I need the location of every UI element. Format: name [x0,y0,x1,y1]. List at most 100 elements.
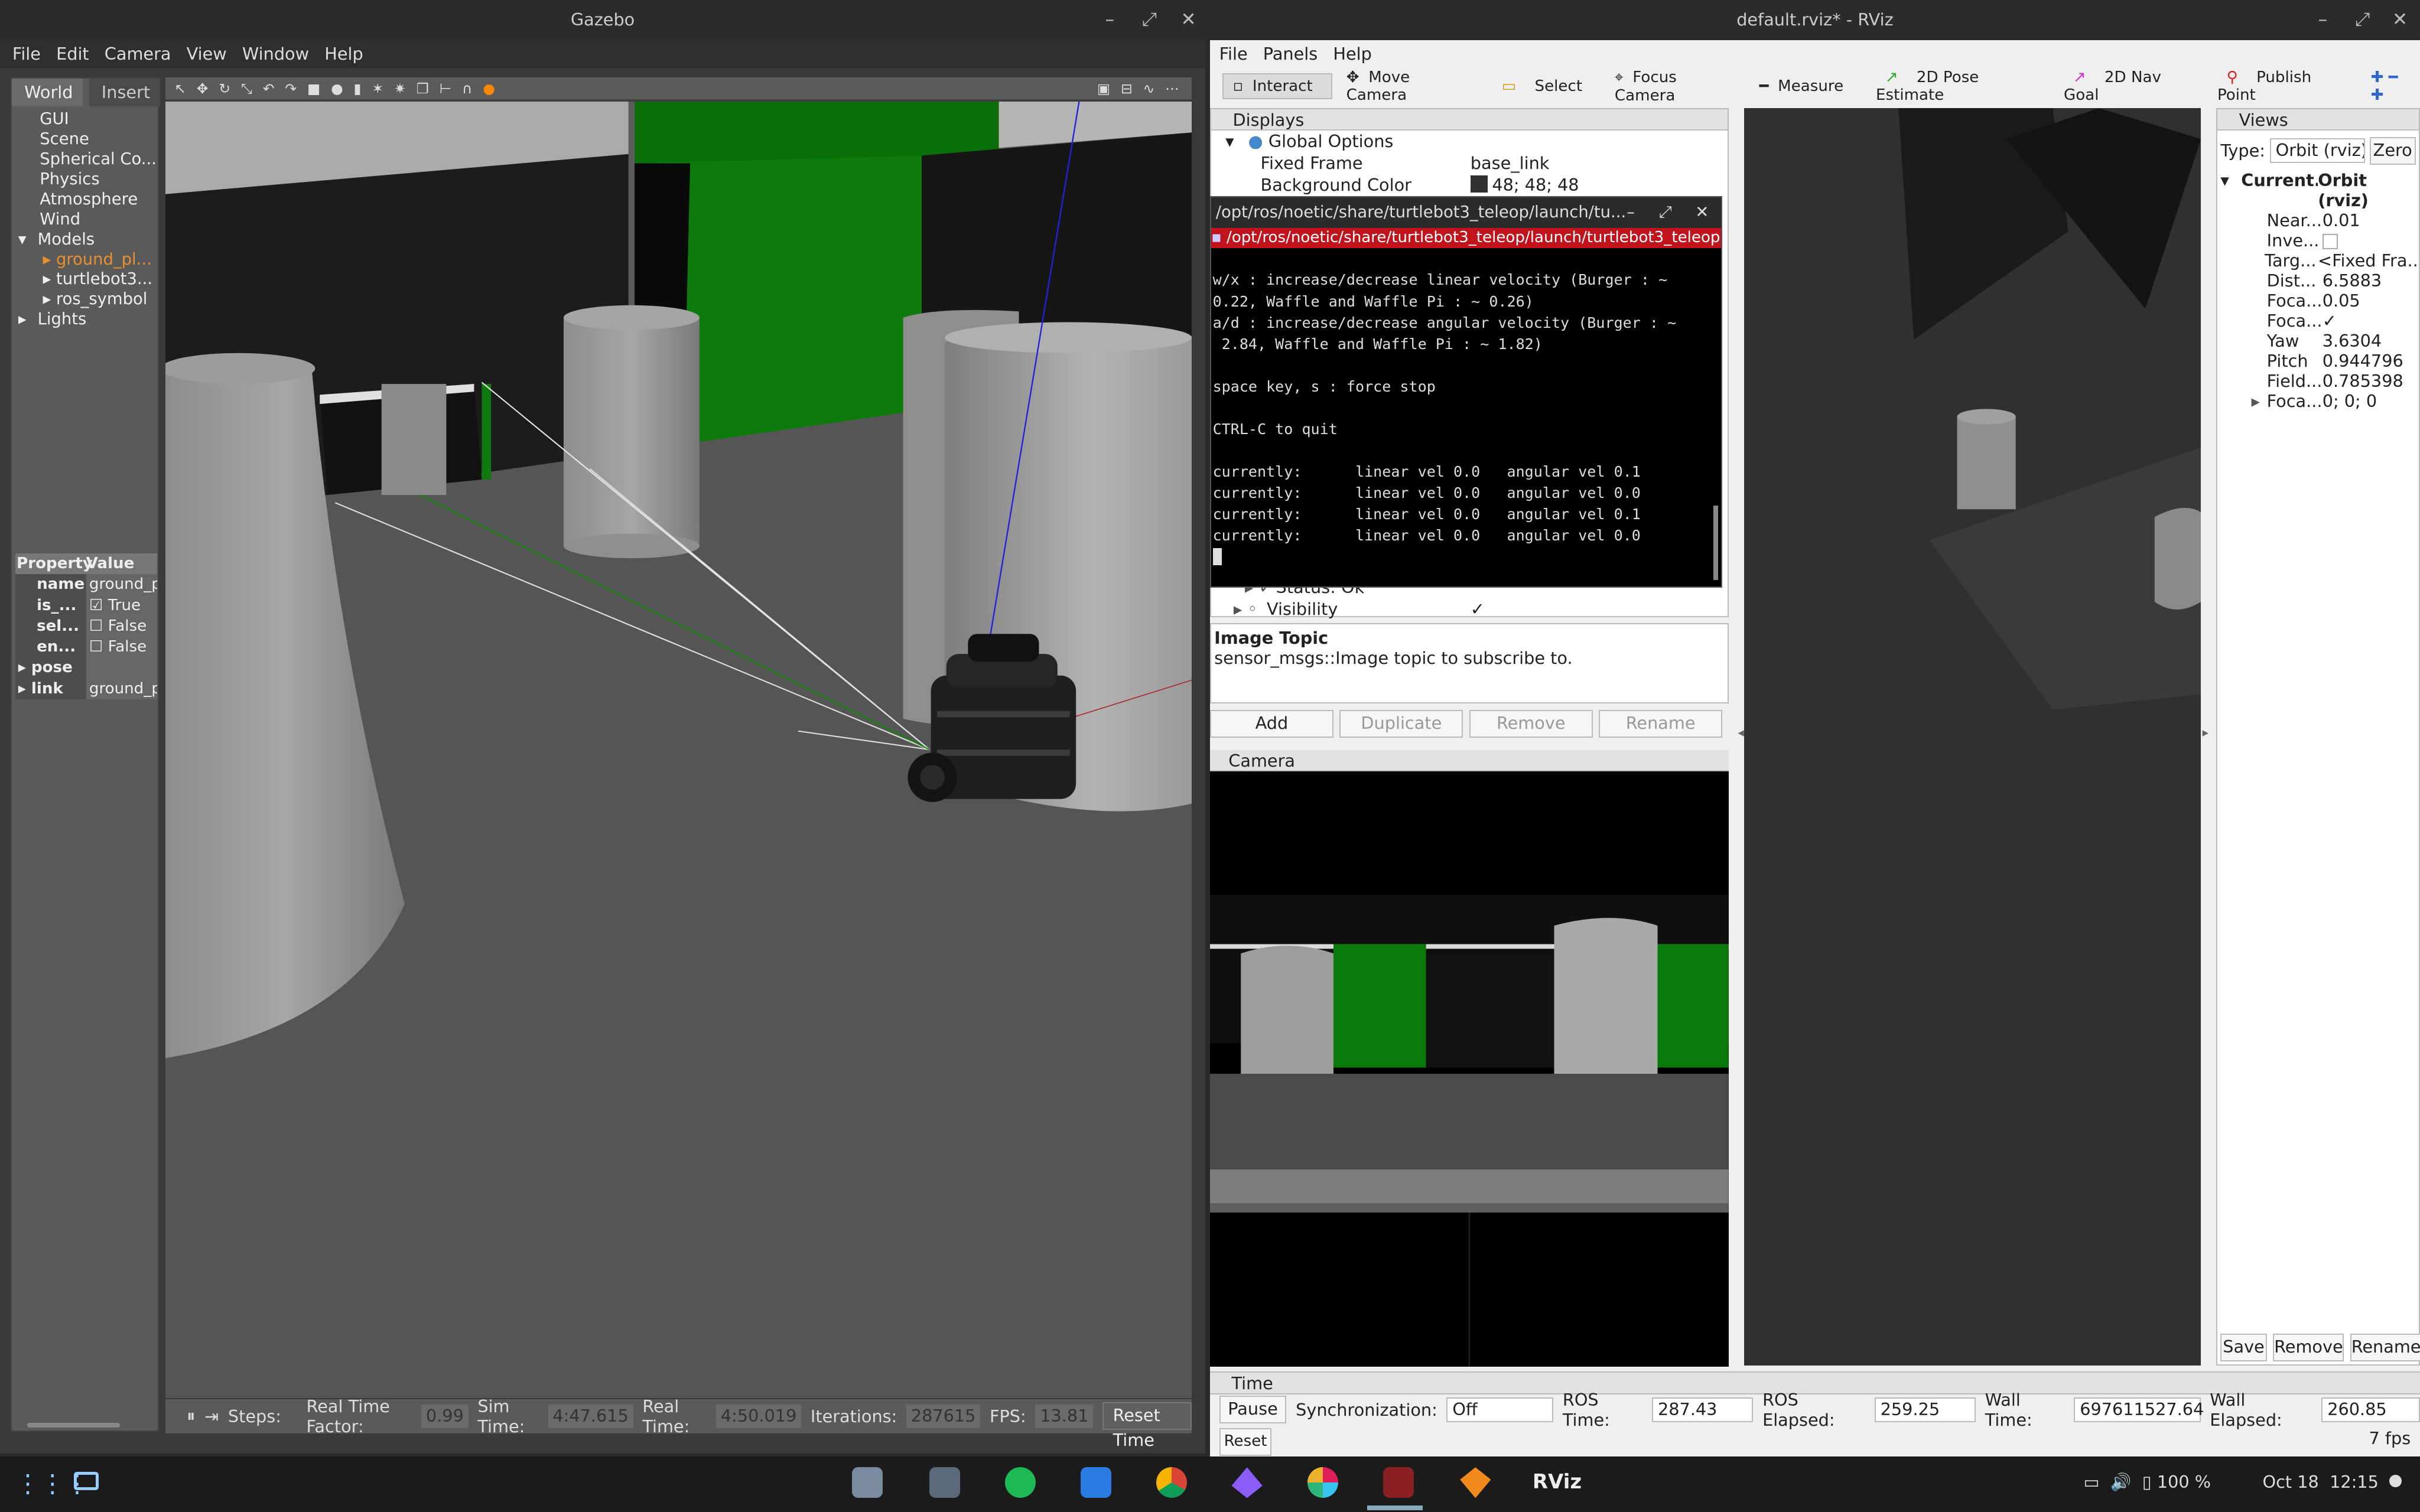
close-icon[interactable]: ✕ [2392,0,2408,40]
tree-item-physics[interactable]: Physics [18,170,157,190]
display-row[interactable]: ▾ ● Global Options [1211,131,1728,152]
view-row[interactable]: ▸ Foca... 0; 0; 0 [2220,391,2419,412]
tree-item-lights[interactable]: ▸ Lights [18,309,157,330]
redo-icon[interactable]: ↷ [285,80,300,97]
chevron-down-icon[interactable]: ▾ [1211,131,1248,152]
sun-light-icon[interactable]: ✶ [372,80,386,97]
box-icon[interactable]: ■ [307,80,323,97]
tool-interact[interactable]: ▫ Interact [1222,73,1333,100]
menu-window[interactable]: Window [242,40,309,68]
rename-button[interactable]: Rename [1599,709,1723,738]
display-row[interactable]: ▸ ◦ Visibility ✓ [1211,598,1720,620]
collapse-left-icon[interactable]: ◂ [1738,725,1744,739]
menu-panels[interactable]: Panels [1263,40,1318,68]
snap-icon[interactable]: ∩ [462,80,475,97]
spotify-icon[interactable] [1004,1467,1036,1498]
select-tool-icon[interactable]: ↖ [174,80,189,97]
tool-2d-nav-goal[interactable]: ↗ 2D Nav Goal [2054,66,2203,107]
view-row[interactable]: Targ... <Fixed Fra... [2220,250,2419,271]
scrollbar[interactable] [1713,506,1718,580]
undo-icon[interactable]: ↶ [263,80,278,97]
step-icon[interactable]: ⇥ [204,1406,219,1426]
property-row[interactable]: name ground_p [15,574,157,595]
screenshot-icon[interactable]: ▣ ⊟ ∿ ⋯ [1097,77,1182,100]
view-row[interactable]: Foca... 0.05 [2220,291,2419,311]
view-row[interactable]: Yaw 3.6304 [2220,331,2419,351]
sublime-icon[interactable] [1460,1467,1491,1498]
checkbox-icon[interactable]: ☐ [89,617,103,635]
cylinder-icon[interactable]: ▮ [354,80,365,97]
terminal-tab[interactable]: ▪ /opt/ros/noetic/share/turtlebot3_teleo… [1211,227,1722,248]
chevron-right-icon[interactable]: ▸ [43,290,56,308]
property-row[interactable]: ▸ link ground_p [15,678,157,699]
chevron-right-icon[interactable]: ▸ [2220,391,2266,412]
close-icon[interactable]: ✕ [1695,197,1709,228]
ros-time-field[interactable]: 287.43 [1652,1397,1754,1422]
menu-view[interactable]: View [187,40,227,68]
volume-icon[interactable]: 🔊 [2110,1472,2132,1492]
tool-select[interactable]: ▭ Select [1483,74,1601,98]
tree-item-gui[interactable]: GUI [18,109,157,129]
battery-icon[interactable]: ▯ [2142,1472,2152,1492]
scrollbar[interactable] [27,1423,121,1428]
terminal-output[interactable]: w/x : increase/decrease linear velocity … [1211,269,1721,568]
tool-measure[interactable]: ━ Measure [1750,74,1862,98]
tab-insert[interactable]: Insert [89,78,161,106]
power-icon[interactable] [2389,1475,2402,1488]
chevron-down-icon[interactable]: ▾ [2220,170,2241,211]
minimize-icon[interactable]: – [1627,197,1635,228]
display-row[interactable]: Fixed Frame base_link [1211,152,1728,174]
chrome-icon[interactable] [1156,1467,1187,1498]
view-row[interactable]: Dist... 6.5883 [2220,271,2419,291]
pause-icon[interactable]: ⏸ [187,1406,195,1426]
save-button[interactable]: Save [2220,1333,2267,1361]
orange-record-icon[interactable]: ● [483,80,498,97]
translate-tool-icon[interactable]: ✥ [197,80,212,97]
view-value[interactable]: 3.6304 [2323,331,2382,351]
minimize-icon[interactable]: – [2318,0,2328,40]
checkbox-icon[interactable] [2322,234,2338,250]
view-row[interactable]: ▾Current...Orbit (rviz) [2220,170,2419,211]
view-type-select[interactable]: Orbit (rviz) [2269,138,2365,164]
reset-time-button[interactable]: Reset Time [1102,1402,1192,1450]
tree-item-model[interactable]: ▸ ros_symbol [18,289,157,309]
rviz-3d-view[interactable] [1744,107,2201,1366]
menu-edit[interactable]: Edit [56,40,89,68]
view-row[interactable]: Pitch 0.944796 [2220,351,2419,372]
wall-elapsed-field[interactable]: 260.85 [2321,1397,2420,1422]
rotate-tool-icon[interactable]: ↻ [219,80,233,97]
display-row[interactable]: Background Color 48; 48; 48 [1211,174,1728,196]
tree-item-atmosphere[interactable]: Atmosphere [18,190,157,210]
zero-button[interactable]: Zero [2369,136,2416,165]
maximize-icon[interactable]: ⤢ [1659,197,1672,228]
tool-2d-pose-estimate[interactable]: ↗ 2D Pose Estimate [1866,66,2050,107]
copy-icon[interactable]: ❐ [417,80,432,97]
window-overview-icon[interactable] [74,1472,99,1491]
sphere-icon[interactable]: ● [331,80,346,97]
property-row[interactable]: en... ☐ False [15,637,157,658]
display-value[interactable]: 48; 48; 48 [1492,174,1579,196]
view-value[interactable]: <Fixed Fra... [2318,251,2419,271]
collapse-right-icon[interactable]: ▸ [2203,725,2208,739]
view-row[interactable]: Field... 0.785398 [2220,371,2419,392]
checkbox-icon[interactable]: ☐ [89,638,103,656]
scale-tool-icon[interactable]: ⤡ [241,80,255,97]
tree-item-spherical[interactable]: Spherical Co... [18,149,157,170]
remove-button[interactable]: Remove [2273,1333,2344,1361]
rviz-taskbar-label[interactable]: RViz [1533,1470,1582,1494]
maximize-icon[interactable]: ⤢ [2355,0,2370,40]
view-row[interactable]: Foca... ✓ [2220,311,2419,331]
obsidian-icon[interactable] [1231,1467,1263,1498]
slack-icon[interactable] [1307,1467,1338,1498]
files-icon[interactable] [851,1467,883,1498]
view-value[interactable]: 0.05 [2323,291,2360,311]
property-row[interactable]: is_... ☑ True [15,595,157,616]
tree-item-scene[interactable]: Scene [18,129,157,149]
point-light-icon[interactable]: ✷ [394,80,409,97]
checkbox-checked-icon[interactable]: ☑ [89,597,103,614]
screen-icon[interactable]: ▭ [2083,1472,2099,1492]
gazebo-3d-viewport[interactable] [165,102,1192,1398]
align-icon[interactable]: ⊢ [440,80,455,97]
terminal-app-icon[interactable] [1383,1467,1414,1498]
pause-button[interactable]: Pause [1219,1396,1287,1424]
